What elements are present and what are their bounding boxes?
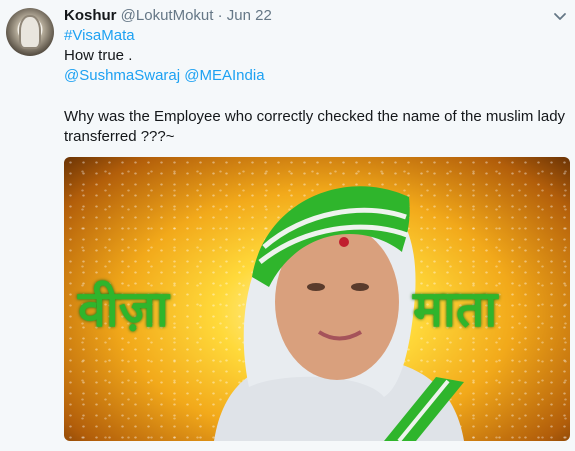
hashtag-link[interactable]: #VisaMata [64, 27, 135, 44]
chevron-down-icon[interactable] [553, 10, 567, 24]
separator: · [217, 7, 223, 24]
tweet-time[interactable]: Jun 22 [227, 7, 272, 24]
avatar[interactable] [6, 8, 54, 56]
tweet-media-image[interactable]: वीज़ा माता [64, 157, 570, 441]
mention-link[interactable]: @MEAIndia [184, 67, 264, 84]
user-handle[interactable]: @LokutMokut [121, 7, 214, 24]
display-name[interactable]: Koshur [64, 7, 117, 24]
hashtag-line: #VisaMata [64, 26, 135, 46]
tweet-header: Koshur @LokutMokut · Jun 22 [64, 6, 272, 26]
mention-link[interactable]: @SushmaSwaraj [64, 67, 180, 84]
tweet-text-line: transferred ???~ [64, 128, 175, 145]
caption-right: माता [413, 280, 498, 338]
caption-left: वीज़ा [78, 280, 169, 338]
tweet-text-line: How true . [64, 47, 133, 64]
avatar-image [21, 17, 39, 47]
tweet: Koshur @LokutMokut · Jun 22 #VisaMata Ho… [0, 0, 575, 451]
tweet-text-line: Why was the Employee who correctly check… [64, 108, 566, 125]
mentions-line: @SushmaSwaraj @MEAIndia [64, 66, 265, 86]
